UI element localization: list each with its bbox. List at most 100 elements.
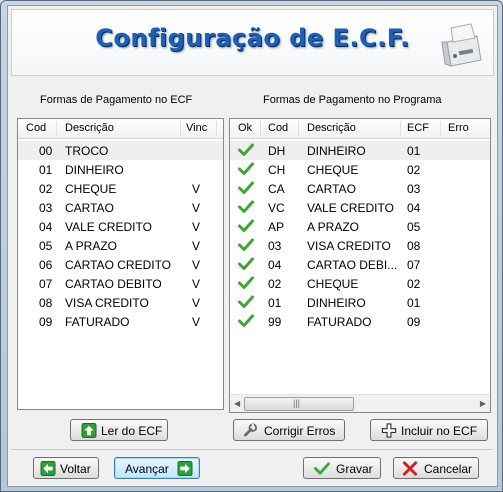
ler-do-ecf-button[interactable]: Ler do ECF bbox=[70, 419, 168, 441]
check-icon bbox=[238, 276, 254, 289]
table-row[interactable]: 04 CARTAO DEBI... 07 bbox=[230, 255, 490, 274]
table-row[interactable]: 02 CHEQUE 02 bbox=[230, 274, 490, 293]
row-descricao: TROCO bbox=[65, 144, 109, 158]
row-descricao: VISA CREDITO bbox=[65, 296, 149, 310]
table-row[interactable]: 01 DINHEIRO bbox=[18, 160, 223, 179]
programa-list-header: Ok Cod Descrição ECF Erro bbox=[230, 119, 490, 139]
arrow-right-icon bbox=[177, 461, 193, 476]
table-row[interactable]: 04 VALE CREDITO V bbox=[18, 217, 223, 236]
table-row[interactable]: 05 A PRAZO V bbox=[18, 236, 223, 255]
col-descricao[interactable]: Descrição bbox=[307, 122, 356, 134]
row-cod: 01 bbox=[268, 296, 282, 310]
gravar-button[interactable]: Gravar bbox=[303, 457, 381, 479]
scrollbar-thumb[interactable]: ||| bbox=[244, 397, 354, 411]
arrow-up-icon bbox=[81, 423, 97, 438]
row-vinc: V bbox=[192, 315, 201, 329]
ecf-list-label: Formas de Pagamento no ECF bbox=[40, 94, 193, 106]
ecf-payment-list[interactable]: Cod Descrição Vinc 00 TROCO 01 DINHEIRO 02 CH… bbox=[17, 118, 224, 410]
scroll-left-icon[interactable]: ◀ bbox=[234, 399, 240, 408]
col-vinc[interactable]: Vinc bbox=[186, 122, 207, 134]
row-cod: VC bbox=[268, 201, 285, 215]
row-descricao: CHEQUE bbox=[307, 163, 359, 177]
scroll-right-icon[interactable]: ▶ bbox=[480, 399, 486, 408]
table-row[interactable]: 03 CARTAO V bbox=[18, 198, 223, 217]
row-cod: 02 bbox=[39, 182, 53, 196]
table-row[interactable]: 09 FATURADO V bbox=[18, 312, 223, 331]
incluir-no-ecf-button[interactable]: Incluir no ECF bbox=[370, 419, 488, 441]
programa-payment-list[interactable]: Ok Cod Descrição ECF Erro DH DINHEIRO 01 CH… bbox=[229, 118, 491, 413]
col-cod[interactable]: Cod bbox=[268, 122, 288, 134]
plus-icon bbox=[381, 423, 397, 438]
table-row[interactable]: VC VALE CREDITO 04 bbox=[230, 198, 490, 217]
row-ecf: 05 bbox=[407, 220, 421, 234]
table-row[interactable]: 06 CARTAO CREDITO V bbox=[18, 255, 223, 274]
row-descricao: A PRAZO bbox=[307, 220, 360, 234]
row-cod: 03 bbox=[268, 239, 282, 253]
row-descricao: DINHEIRO bbox=[307, 144, 366, 158]
ecf-list-header: Cod Descrição Vinc bbox=[18, 119, 223, 139]
check-icon bbox=[238, 238, 254, 251]
check-icon bbox=[238, 200, 254, 213]
table-row[interactable]: 07 CARTAO DEBITO V bbox=[18, 274, 223, 293]
voltar-button[interactable]: Voltar bbox=[33, 457, 99, 479]
row-descricao: CHEQUE bbox=[307, 277, 359, 291]
avancar-button[interactable]: Avançar bbox=[114, 457, 200, 479]
corrigir-erros-button[interactable]: Corrigir Erros bbox=[233, 419, 345, 441]
row-descricao: VISA CREDITO bbox=[307, 239, 391, 253]
dialog-window: Configuração de E.C.F. Formas de Pagamen… bbox=[0, 0, 503, 492]
check-icon bbox=[238, 295, 254, 308]
row-cod: 02 bbox=[268, 277, 282, 291]
row-descricao: A PRAZO bbox=[65, 239, 118, 253]
table-row[interactable]: CH CHEQUE 02 bbox=[230, 160, 490, 179]
row-ecf: 03 bbox=[407, 182, 421, 196]
printer-icon bbox=[441, 23, 482, 67]
row-cod: 99 bbox=[268, 315, 282, 329]
row-cod: 07 bbox=[39, 277, 53, 291]
row-vinc: V bbox=[192, 296, 201, 310]
table-row[interactable]: DH DINHEIRO 01 bbox=[230, 141, 490, 160]
table-row[interactable]: 08 VISA CREDITO V bbox=[18, 293, 223, 312]
table-row[interactable]: AP A PRAZO 05 bbox=[230, 217, 490, 236]
row-cod: CA bbox=[268, 182, 285, 196]
check-icon bbox=[238, 257, 254, 270]
col-ecf[interactable]: ECF bbox=[407, 122, 429, 134]
row-vinc: V bbox=[192, 277, 201, 291]
row-descricao: DINHEIRO bbox=[65, 163, 124, 177]
arrow-left-icon bbox=[40, 461, 56, 476]
row-descricao: VALE CREDITO bbox=[307, 201, 394, 215]
row-descricao: CARTAO DEBI... bbox=[307, 258, 398, 272]
col-ok[interactable]: Ok bbox=[238, 122, 252, 134]
x-icon bbox=[402, 461, 418, 476]
col-descricao[interactable]: Descrição bbox=[65, 122, 114, 134]
table-row[interactable]: CA CARTAO 03 bbox=[230, 179, 490, 198]
col-cod[interactable]: Cod bbox=[26, 122, 46, 134]
table-row[interactable]: 01 DINHEIRO 01 bbox=[230, 293, 490, 312]
check-icon bbox=[314, 462, 330, 475]
row-cod: 03 bbox=[39, 201, 53, 215]
row-vinc: V bbox=[192, 220, 201, 234]
col-erro[interactable]: Erro bbox=[448, 122, 469, 134]
row-cod: 04 bbox=[39, 220, 53, 234]
row-cod: 04 bbox=[268, 258, 282, 272]
row-ecf: 04 bbox=[407, 201, 421, 215]
row-ecf: 01 bbox=[407, 296, 421, 310]
table-row[interactable]: 99 FATURADO 09 bbox=[230, 312, 490, 331]
row-descricao: FATURADO bbox=[307, 315, 372, 329]
row-cod: 09 bbox=[39, 315, 53, 329]
row-ecf: 02 bbox=[407, 277, 421, 291]
row-vinc: V bbox=[192, 182, 201, 196]
row-ecf: 01 bbox=[407, 144, 421, 158]
table-row[interactable]: 02 CHEQUE V bbox=[18, 179, 223, 198]
row-vinc: V bbox=[192, 258, 201, 272]
horizontal-scrollbar[interactable]: ◀ ||| ▶ bbox=[230, 394, 490, 412]
table-row[interactable]: 00 TROCO bbox=[18, 141, 223, 160]
row-cod: 05 bbox=[39, 239, 53, 253]
row-cod: AP bbox=[268, 220, 285, 234]
row-cod: 00 bbox=[39, 144, 53, 158]
row-vinc: V bbox=[192, 201, 201, 215]
check-icon bbox=[238, 143, 254, 156]
check-icon bbox=[238, 162, 254, 175]
table-row[interactable]: 03 VISA CREDITO 08 bbox=[230, 236, 490, 255]
cancelar-button[interactable]: Cancelar bbox=[393, 457, 479, 479]
row-descricao: VALE CREDITO bbox=[65, 220, 152, 234]
